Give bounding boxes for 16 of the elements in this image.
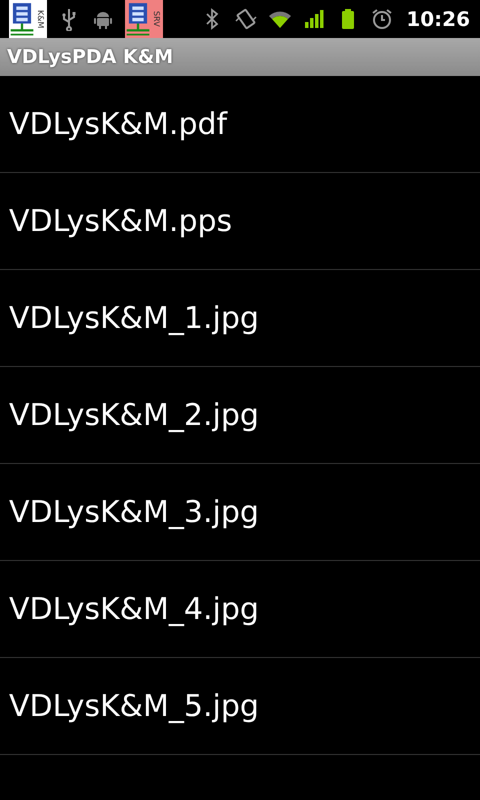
file-list-item[interactable]: VDLysK&M.pdf: [0, 76, 480, 173]
app-notification-icon[interactable]: SRV: [125, 0, 163, 38]
file-list-item[interactable]: VDLysK&M_2.jpg: [0, 367, 480, 464]
alarm-icon: [370, 7, 394, 31]
file-list-item[interactable]: VDLysK&M_3.jpg: [0, 464, 480, 561]
app-notification-icon[interactable]: K&M: [9, 0, 47, 38]
notification-label: K&M: [35, 10, 45, 28]
vibrate-icon: [234, 7, 258, 31]
file-list-item[interactable]: VDLysK&M_4.jpg: [0, 561, 480, 658]
window-title: VDLysPDA K&M: [7, 46, 174, 68]
file-list-item[interactable]: VDLysK&M_1.jpg: [0, 270, 480, 367]
clock-time: 10:26: [406, 7, 470, 31]
file-list-item[interactable]: VDLysK&M_5.jpg: [0, 658, 480, 755]
file-list-item[interactable]: VDLysK&M.pps: [0, 173, 480, 270]
signal-icon: [302, 7, 326, 31]
notification-label: SRV: [151, 11, 161, 27]
